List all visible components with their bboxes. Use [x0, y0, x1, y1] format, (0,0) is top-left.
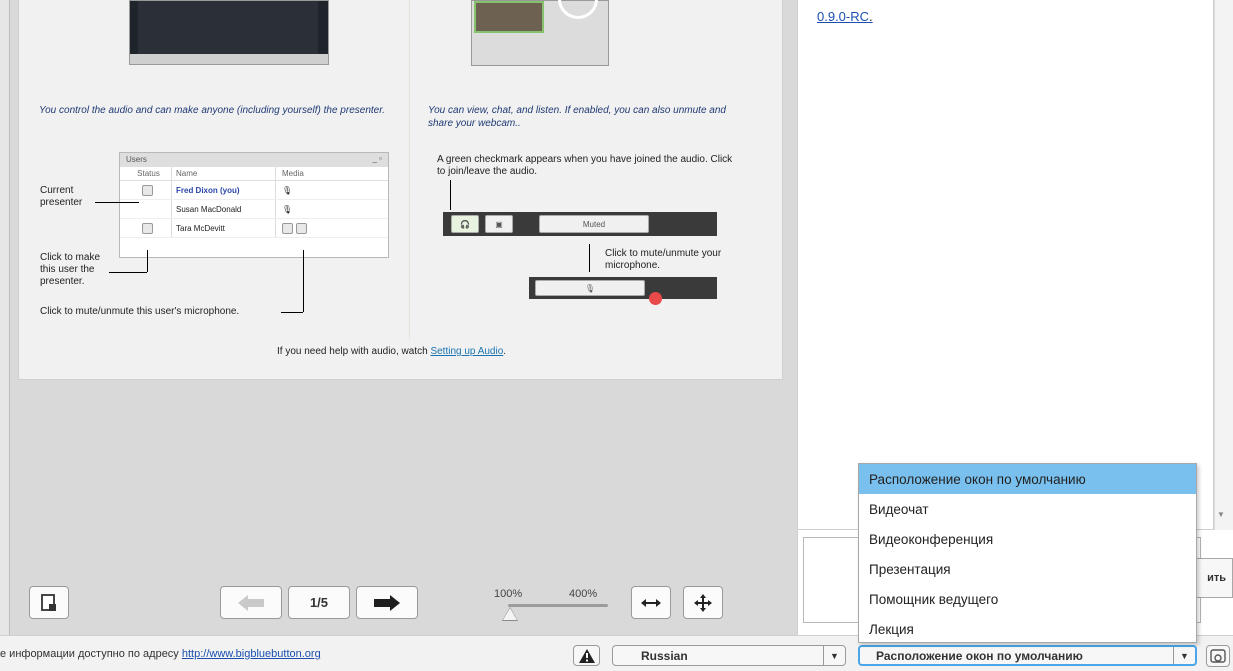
microphone-icon: 🎙: [282, 204, 293, 214]
window-controls-icon: _ ▫: [372, 154, 382, 163]
cursor-dot-icon: [649, 292, 662, 305]
note-green-check: A green checkmark appears when you have …: [437, 154, 733, 177]
fit-width-icon: [641, 598, 661, 607]
arrow-mute-user-h: [281, 312, 303, 313]
layout-select[interactable]: Расположение окон по умолчанию ▼: [858, 645, 1197, 666]
presentation-left-border: [0, 0, 10, 635]
microphone-icon: 🎙: [535, 280, 645, 296]
note-mute-user: Click to mute/unmute this user's microph…: [40, 306, 240, 317]
layout-option-videochat[interactable]: Видеочат: [859, 494, 1196, 524]
slide-screenshot-right: [471, 0, 609, 66]
scroll-down-icon[interactable]: ▼: [1217, 510, 1225, 519]
slide-audio-help: If you need help with audio, watch Setti…: [277, 346, 507, 357]
microphone-button-icon: [282, 222, 293, 234]
upload-presentation-button[interactable]: [29, 586, 69, 619]
slide-mic-toolbar: 🎙: [529, 277, 717, 299]
webcam-button-icon: [296, 222, 307, 234]
presenter-icon: [141, 184, 153, 196]
presentation-slide: You control the audio and can make anyon…: [18, 0, 783, 380]
arrow-make-presenter-h: [109, 272, 147, 273]
slide-users-row: Susan MacDonald 🎙: [120, 200, 388, 219]
slide-muted-button: Muted: [539, 215, 649, 233]
layout-option-videoconference[interactable]: Видеоконференция: [859, 524, 1196, 554]
footer-info: е информации доступно по адресу http://w…: [0, 648, 321, 660]
setting-up-audio-link[interactable]: Setting up Audio: [430, 346, 503, 357]
layout-option-lecture[interactable]: Лекция: [859, 614, 1196, 644]
layout-option-presenter-assistant[interactable]: Помощник ведущего: [859, 584, 1196, 614]
slide-users-row: Tara McDevitt: [120, 219, 388, 238]
slide-left-caption: You control the audio and can make anyon…: [39, 105, 385, 116]
logout-button[interactable]: [1206, 645, 1230, 667]
slide-screenshot-content: [138, 1, 318, 54]
layout-dropdown-list: Расположение окон по умолчанию Видеочат …: [858, 463, 1197, 643]
chat-version-link[interactable]: 0.9.0-RC: [817, 9, 869, 24]
fit-page-button[interactable]: [683, 586, 723, 619]
zoom-slider-thumb[interactable]: [503, 608, 517, 620]
layout-option-presentation[interactable]: Презентация: [859, 554, 1196, 584]
slide-right-caption: You can view, chat, and listen. If enabl…: [428, 105, 726, 129]
webcam-icon: ▣: [485, 215, 513, 233]
note-make-presenter: Click to make this user the presenter.: [40, 252, 101, 287]
report-problem-button[interactable]: [573, 645, 600, 666]
logout-icon: [1210, 649, 1226, 663]
next-slide-button[interactable]: [356, 586, 418, 619]
presentation-panel: You control the audio and can make anyon…: [0, 0, 797, 635]
page-counter: 1/5: [309, 595, 329, 610]
slide-users-header: Status Name Media: [120, 167, 388, 181]
layout-option-default[interactable]: Расположение окон по умолчанию: [859, 464, 1196, 494]
arrow-make-presenter-v: [147, 250, 148, 272]
bigbluebutton-link[interactable]: http://www.bigbluebutton.org: [182, 648, 321, 660]
slide-audio-toolbar: 🎧 ▣ Muted: [443, 212, 717, 236]
arrow-mute-mic: [589, 244, 590, 272]
chat-messages: 0.9.0-RC.: [798, 0, 1214, 530]
note-current-presenter: Current presenter: [40, 185, 83, 208]
move-arrows-icon: [694, 593, 712, 612]
zoom-slider-track[interactable]: [508, 604, 608, 607]
microphone-icon: 🎙: [282, 185, 293, 195]
language-select[interactable]: Russian ▼: [612, 645, 846, 666]
chevron-down-icon: ▼: [1173, 647, 1195, 664]
slide-users-window: Users _ ▫ Status Name Media Fred Dixon (…: [119, 152, 389, 258]
arrow-mute-user-v: [303, 250, 304, 312]
slide-users-row: Fred Dixon (you) 🎙: [120, 181, 388, 200]
slide-screenshot-left: [129, 0, 329, 65]
zoom-max-label: 400%: [569, 588, 598, 600]
slide-users-window-title: Users _ ▫: [120, 153, 388, 167]
arrow-green-check: [450, 180, 451, 210]
fit-width-button[interactable]: [631, 586, 671, 619]
slide-webcam-image: [474, 1, 544, 33]
slide-divider: [409, 0, 410, 340]
chat-scrollbar[interactable]: [1214, 0, 1233, 530]
presenter-icon: [141, 222, 153, 234]
note-mute-mic: Click to mute/unmute your microphone.: [605, 248, 722, 271]
warning-icon: [578, 648, 595, 663]
zoom-min-label: 100%: [494, 588, 523, 600]
previous-slide-button[interactable]: [220, 586, 282, 619]
arrow-right-icon: [374, 594, 400, 611]
upload-document-icon: [41, 593, 56, 611]
page-counter-button[interactable]: 1/5: [288, 586, 350, 619]
arrow-current-presenter: [95, 202, 139, 203]
headset-icon: 🎧: [451, 215, 479, 233]
chevron-down-icon: ▼: [823, 646, 845, 665]
arrow-left-icon: [238, 594, 264, 611]
slide-screenshot-toolbar: [130, 54, 328, 64]
slide-highlight-circle: [558, 0, 598, 19]
